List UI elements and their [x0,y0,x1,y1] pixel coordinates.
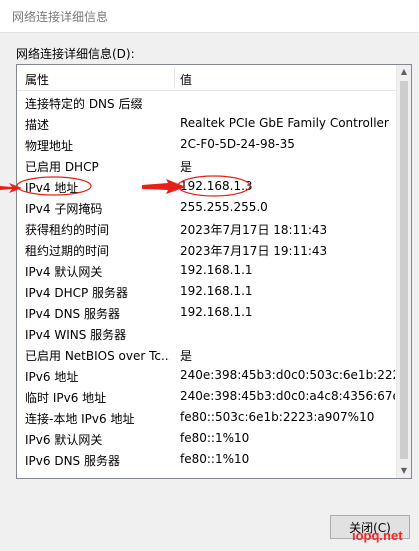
list-header: 属性 值 [17,65,397,91]
value-cell: 2023年7月17日 19:11:43 [180,244,328,258]
list-item[interactable]: 获得租约的时间 2023年7月17日 18:11:43 [17,217,397,238]
property-cell: IPv4 DHCP 服务器 [25,286,129,300]
value-cell: 是 [180,349,193,363]
list-item[interactable]: IPv6 默认网关 fe80::1%10 [17,427,397,448]
property-cell: 临时 IPv6 地址 [25,391,107,405]
vertical-scrollbar[interactable]: ▲ ▼ [396,65,411,478]
list-item[interactable]: 租约过期的时间 2023年7月17日 19:11:43 [17,238,397,259]
title-bar[interactable]: 网络连接详细信息 [0,0,419,33]
list-item[interactable]: 已启用 NetBIOS over Tc... 是 [17,343,397,364]
value-cell: 192.168.1.3 [180,179,253,193]
list-item[interactable]: 已启用 DHCP 是 [17,154,397,175]
value-cell: Realtek PCIe GbE Family Controller [180,116,389,130]
list-item[interactable]: 连接特定的 DNS 后缀 [17,91,397,112]
list-item-ipv4-address[interactable]: IPv4 地址 192.168.1.3 [17,175,397,196]
column-separator[interactable] [174,67,175,87]
property-cell: IPv4 地址 [25,181,79,195]
property-cell: IPv6 默认网关 [25,433,103,447]
watermark-text: iopq.net [352,528,403,543]
value-cell: 2C-F0-5D-24-98-35 [180,137,295,151]
list-item[interactable]: 描述 Realtek PCIe GbE Family Controller [17,112,397,133]
property-cell: 获得租约的时间 [25,223,110,237]
property-cell: 已启用 NetBIOS over Tc... [25,349,170,363]
scroll-up-arrow-icon[interactable]: ▲ [397,65,411,79]
value-cell: 2023年7月17日 18:11:43 [180,223,328,237]
property-cell: 已启用 DHCP [25,160,99,174]
details-list[interactable]: 属性 值 连接特定的 DNS 后缀 描述 Realtek PCIe GbE Fam… [16,64,412,479]
property-cell: IPv4 子网掩码 [25,202,103,216]
list-item[interactable]: IPv4 DHCP 服务器 192.168.1.1 [17,280,397,301]
list-item[interactable]: IPv4 默认网关 192.168.1.1 [17,259,397,280]
property-cell: IPv6 地址 [25,370,79,384]
list-item[interactable]: IPv6 DNS 服务器 fe80::1%10 [17,448,397,469]
value-cell: fe80::1%10 [180,431,250,445]
property-cell: 连接特定的 DNS 后缀 [25,97,143,111]
window-title: 网络连接详细信息 [12,10,109,24]
scroll-down-arrow-icon[interactable]: ▼ [397,464,411,478]
column-header-value[interactable]: 值 [180,71,192,88]
value-cell: 是 [180,160,193,174]
value-cell: 240e:398:45b3:d0c0:503c:6e1b:2223:a [180,368,395,382]
property-cell: 描述 [25,118,50,132]
value-cell: 192.168.1.1 [180,284,253,298]
property-cell: IPv4 默认网关 [25,265,103,279]
list-item[interactable]: IPv4 WINS 服务器 [17,322,397,343]
list-item[interactable]: IPv4 DNS 服务器 192.168.1.1 [17,301,397,322]
value-cell: fe80::1%10 [180,452,250,466]
property-cell: 连接-本地 IPv6 地址 [25,412,135,426]
network-connection-details-dialog: 网络连接详细信息 网络连接详细信息(D): 属性 值 连接特定的 DNS 后缀 … [0,0,419,551]
property-cell: IPv4 WINS 服务器 [25,328,127,342]
property-cell: 物理地址 [25,139,74,153]
property-cell: IPv6 DNS 服务器 [25,454,120,468]
list-item[interactable]: 临时 IPv6 地址 240e:398:45b3:d0c0:a4c8:4356:6… [17,385,397,406]
value-cell: 240e:398:45b3:d0c0:a4c8:4356:67e4:e [180,389,395,403]
value-cell: 255.255.255.0 [180,200,268,214]
value-cell: fe80::503c:6e1b:2223:a907%10 [180,410,375,424]
list-item[interactable]: 连接-本地 IPv6 地址 fe80::503c:6e1b:2223:a907%1… [17,406,397,427]
value-cell: 192.168.1.1 [180,305,253,319]
property-cell: IPv4 DNS 服务器 [25,307,120,321]
list-item[interactable]: 物理地址 2C-F0-5D-24-98-35 [17,133,397,154]
scroll-thumb[interactable] [400,81,408,459]
list-item[interactable]: IPv6 地址 240e:398:45b3:d0c0:503c:6e1b:2223… [17,364,397,385]
column-header-property[interactable]: 属性 [25,71,49,88]
value-cell: 192.168.1.1 [180,263,253,277]
list-rows: 连接特定的 DNS 后缀 描述 Realtek PCIe GbE Family C… [17,91,397,469]
details-group-label: 网络连接详细信息(D): [16,47,135,61]
list-item[interactable]: IPv4 子网掩码 255.255.255.0 [17,196,397,217]
property-cell: 租约过期的时间 [25,244,110,258]
